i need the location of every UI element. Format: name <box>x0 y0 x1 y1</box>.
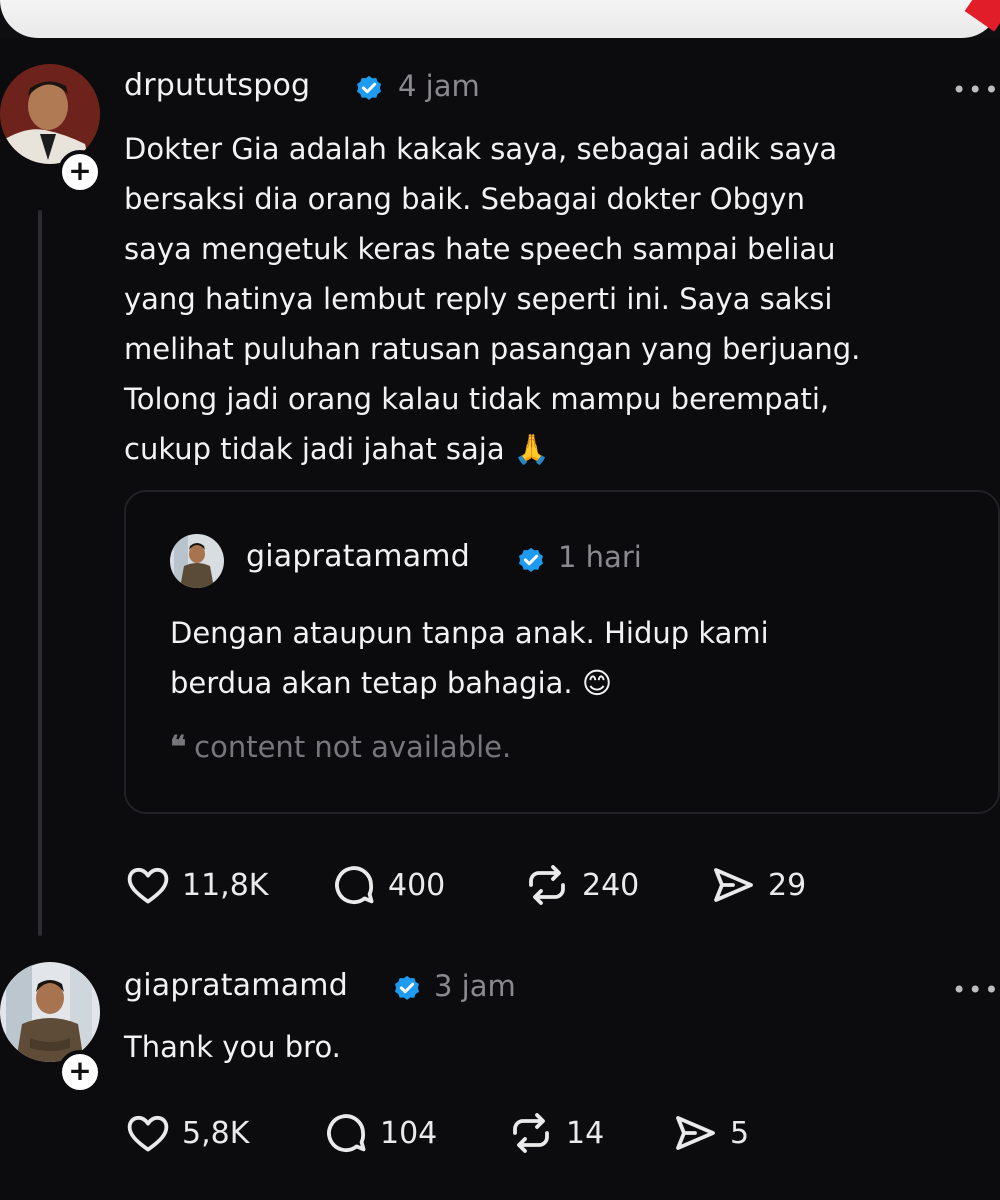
verified-icon <box>519 547 543 572</box>
quote-line: Dengan ataupun tanpa anak. Hidup kami <box>170 616 769 650</box>
comment-icon <box>335 866 374 904</box>
like-count: 11,8K <box>182 867 269 903</box>
post-time: 4 jam <box>398 69 480 103</box>
post-line: melihat puluhan ratusan pasangan yang be… <box>124 332 861 366</box>
comment-icon <box>327 1114 366 1152</box>
post-body: Dokter Gia adalah kakak saya, sebagai ad… <box>124 124 994 474</box>
post-username[interactable]: drpututspog <box>124 68 310 103</box>
content-unavailable-text: content not available. <box>194 730 512 764</box>
thread-page: + drpututspog 4 jam ••• Dokter Gia adala… <box>0 38 1000 1200</box>
follow-button[interactable]: + <box>58 1050 102 1094</box>
heart-icon <box>127 867 169 904</box>
repost-button[interactable]: 240 <box>522 860 639 910</box>
repost-button[interactable]: 14 <box>506 1108 604 1158</box>
quoted-post-card[interactable]: giapratamamd 1 hari Dengan ataupun tanpa… <box>124 490 1000 814</box>
like-button[interactable]: 5,8K <box>124 1108 249 1158</box>
post-actions: 11,8K 400 240 29 <box>124 860 884 910</box>
reply-button[interactable]: 400 <box>330 860 445 910</box>
avatar-giapratamamd-quote[interactable] <box>170 534 224 588</box>
reply-time: 3 jam <box>434 969 516 1003</box>
repost-icon <box>529 865 565 905</box>
send-icon <box>714 868 753 902</box>
verified-icon <box>395 975 419 1000</box>
quote-time: 1 hari <box>558 540 642 574</box>
heart-icon <box>127 1115 169 1152</box>
thread-line <box>38 210 42 936</box>
reply-button[interactable]: 104 <box>322 1108 437 1158</box>
quote-line: berdua akan tetap bahagia. 😊 <box>170 666 613 700</box>
share-count: 5 <box>730 1115 750 1151</box>
avatar-drpututspog[interactable] <box>0 64 100 164</box>
reply-username[interactable]: giapratamamd <box>124 968 348 1003</box>
content-unavailable-notice: ❝ content not available. <box>170 730 511 765</box>
post-line: saya mengetuk keras hate speech sampai b… <box>124 232 836 266</box>
share-count: 29 <box>768 867 807 903</box>
post-line: cukup tidak jadi jahat saja 🙏 <box>124 432 550 466</box>
avatar-giapratamamd[interactable] <box>0 962 100 1062</box>
like-button[interactable]: 11,8K <box>124 860 268 910</box>
reply-body: Thank you bro. <box>124 1022 341 1072</box>
top-bar <box>0 0 1000 38</box>
repost-icon <box>513 1113 549 1153</box>
repost-count: 240 <box>582 867 640 903</box>
like-count: 5,8K <box>182 1115 250 1151</box>
share-button[interactable]: 5 <box>670 1108 749 1158</box>
post-line: Dokter Gia adalah kakak saya, sebagai ad… <box>124 132 838 166</box>
send-icon <box>676 1116 715 1150</box>
reply-actions: 5,8K 104 14 5 <box>124 1108 884 1158</box>
follow-button[interactable]: + <box>58 150 102 194</box>
quote-icon: ❝ <box>170 730 187 765</box>
repost-count: 14 <box>566 1115 605 1151</box>
post-line: Tolong jadi orang kalau tidak mampu bere… <box>124 382 830 416</box>
post-line: yang hatinya lembut reply seperti ini. S… <box>124 282 833 316</box>
reply-text: Thank you bro. <box>124 1030 341 1064</box>
more-options-icon[interactable]: ••• <box>952 976 1000 1004</box>
post-line: bersaksi dia orang baik. Sebagai dokter … <box>124 182 805 216</box>
more-options-icon[interactable]: ••• <box>952 76 1000 104</box>
quote-body: Dengan ataupun tanpa anak. Hidup kami be… <box>170 608 970 708</box>
share-button[interactable]: 29 <box>708 860 806 910</box>
reply-count: 104 <box>380 1115 438 1151</box>
quote-username[interactable]: giapratamamd <box>246 539 470 574</box>
reply-count: 400 <box>388 867 446 903</box>
verified-icon <box>357 75 381 100</box>
